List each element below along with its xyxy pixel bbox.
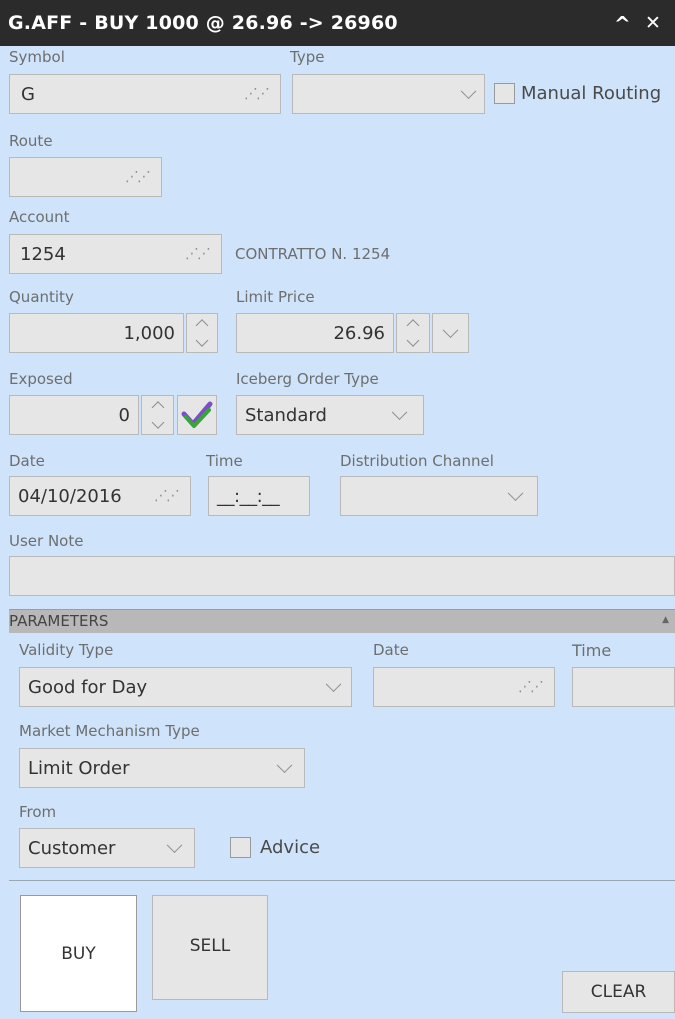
- manual-routing-label: Manual Routing: [521, 83, 662, 104]
- grip-icon: ⋰⋰: [518, 679, 544, 695]
- chevron-down-icon: [460, 83, 477, 100]
- advice-checkbox[interactable]: [230, 837, 251, 858]
- spin-down-icon: [151, 416, 164, 429]
- grip-icon: ⋰⋰: [244, 86, 270, 102]
- chevron-down-icon: [442, 322, 459, 339]
- validity-type-value: Good for Day: [28, 677, 148, 698]
- confirm-check-icon: [181, 401, 213, 428]
- distribution-channel-dropdown[interactable]: [340, 476, 538, 516]
- time-input[interactable]: __:__:__: [208, 476, 310, 516]
- check-icon[interactable]: [177, 395, 217, 435]
- time-value: __:__:__: [217, 486, 280, 507]
- iceberg-label: Iceberg Order Type: [236, 370, 379, 388]
- window-title: G.AFF - BUY 1000 @ 26.96 -> 26960: [8, 12, 398, 34]
- spin-up-icon: [406, 319, 420, 332]
- chevron-down-icon: [276, 757, 293, 774]
- type-label: Type: [290, 48, 325, 66]
- quantity-label: Quantity: [9, 288, 74, 306]
- parameters-section-header[interactable]: PARAMETERS ▲: [9, 609, 675, 633]
- clear-button[interactable]: CLEAR: [562, 971, 675, 1013]
- symbol-field[interactable]: G ⋰⋰: [9, 74, 281, 114]
- chevron-down-icon: [325, 676, 342, 693]
- from-value: Customer: [28, 838, 116, 859]
- user-note-label: User Note: [9, 532, 84, 550]
- from-dropdown[interactable]: Customer: [19, 828, 195, 868]
- grip-icon: ⋰⋰: [154, 488, 180, 504]
- spin-down-icon: [406, 334, 420, 347]
- quantity-value: 1,000: [123, 323, 175, 344]
- market-mechanism-value: Limit Order: [28, 758, 130, 779]
- symbol-value: G: [21, 84, 35, 105]
- clear-button-label: CLEAR: [590, 982, 647, 1002]
- route-label: Route: [9, 132, 53, 150]
- account-field[interactable]: 1254 ⋰⋰: [9, 234, 222, 274]
- sell-button[interactable]: SELL: [152, 895, 268, 1000]
- exposed-input[interactable]: 0: [9, 395, 139, 435]
- quantity-spinner-icon[interactable]: [186, 313, 218, 353]
- quantity-input[interactable]: 1,000: [9, 313, 184, 353]
- chevron-down-icon: [507, 485, 524, 502]
- date-value: 04/10/2016: [18, 486, 122, 507]
- market-mechanism-dropdown[interactable]: Limit Order: [19, 748, 305, 788]
- actions-divider: [9, 880, 675, 881]
- advice-label: Advice: [260, 837, 321, 858]
- validity-time-label: Time: [572, 641, 612, 660]
- time-label: Time: [206, 452, 243, 470]
- spin-up-icon: [195, 319, 209, 332]
- user-note-input[interactable]: [9, 556, 675, 596]
- type-dropdown[interactable]: [292, 74, 485, 114]
- exposed-label: Exposed: [9, 370, 73, 388]
- iceberg-value: Standard: [245, 405, 327, 426]
- sell-button-label: SELL: [189, 936, 231, 956]
- buy-button-label: BUY: [61, 943, 96, 964]
- exposed-value: 0: [118, 405, 130, 426]
- validity-date-label: Date: [373, 641, 409, 659]
- from-label: From: [19, 803, 57, 821]
- date-label: Date: [9, 452, 45, 470]
- route-field[interactable]: ⋰⋰: [9, 157, 162, 197]
- exposed-spinner-icon[interactable]: [141, 395, 174, 435]
- account-value: 1254: [20, 244, 66, 265]
- spin-down-icon: [195, 334, 209, 347]
- market-mechanism-label: Market Mechanism Type: [19, 722, 200, 740]
- validity-date-field[interactable]: ⋰⋰: [373, 667, 555, 707]
- limit-price-input[interactable]: 26.96: [236, 313, 394, 353]
- chevron-down-icon: [391, 404, 408, 421]
- collapse-section-icon[interactable]: ▲: [662, 615, 669, 625]
- validity-time-input[interactable]: [572, 667, 675, 707]
- account-label: Account: [9, 208, 70, 226]
- grip-icon: ⋰⋰: [185, 246, 211, 262]
- grip-icon: ⋰⋰: [125, 169, 151, 185]
- collapse-window-icon[interactable]: ^: [614, 12, 631, 36]
- limit-price-dropdown[interactable]: [432, 313, 469, 353]
- buy-button[interactable]: BUY: [20, 895, 137, 1012]
- limit-price-label: Limit Price: [236, 288, 315, 306]
- chevron-down-icon: [166, 837, 183, 854]
- title-bar: G.AFF - BUY 1000 @ 26.96 -> 26960 ^ ✕: [0, 0, 675, 46]
- limit-price-spinner-icon[interactable]: [396, 313, 430, 353]
- validity-type-label: Validity Type: [19, 641, 114, 659]
- limit-price-value: 26.96: [333, 323, 385, 344]
- account-description: CONTRATTO N. 1254: [235, 245, 391, 263]
- date-field[interactable]: 04/10/2016 ⋰⋰: [9, 476, 191, 516]
- iceberg-dropdown[interactable]: Standard: [236, 395, 424, 435]
- distribution-channel-label: Distribution Channel: [340, 452, 494, 470]
- symbol-label: Symbol: [9, 48, 65, 66]
- spin-up-icon: [151, 401, 164, 414]
- parameters-header-label: PARAMETERS: [9, 612, 109, 630]
- close-icon[interactable]: ✕: [645, 12, 661, 34]
- validity-type-dropdown[interactable]: Good for Day: [19, 667, 352, 707]
- manual-routing-checkbox[interactable]: [494, 83, 515, 104]
